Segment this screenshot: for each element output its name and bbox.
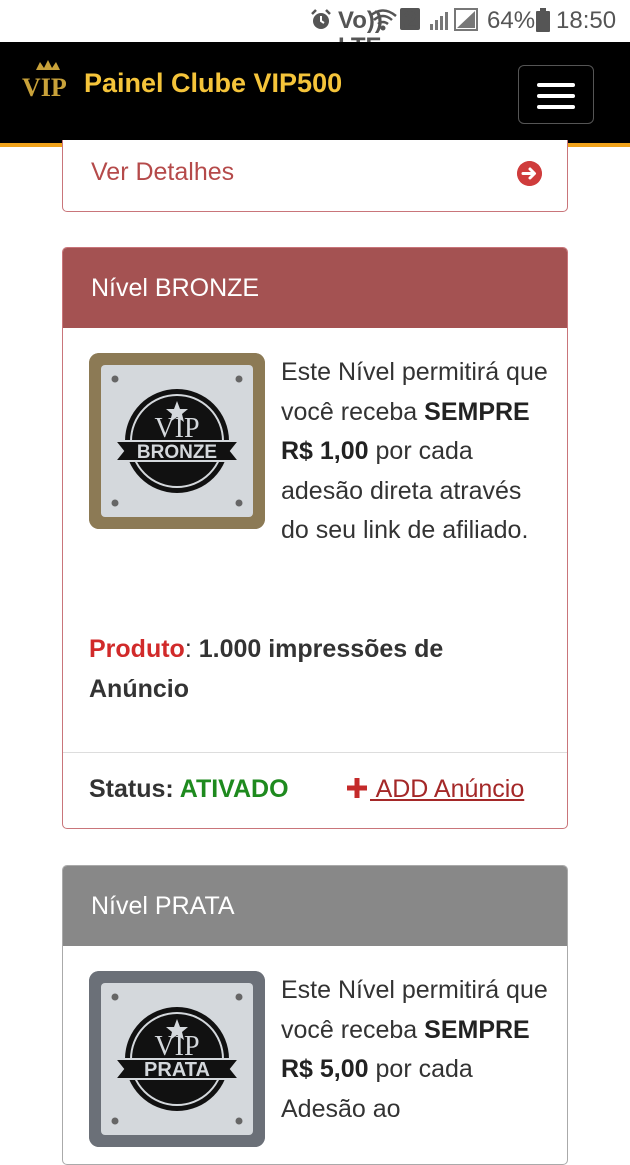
add-anuncio-link[interactable]: ADD Anúncio: [346, 775, 524, 804]
alarm-icon: [311, 9, 331, 29]
battery-icon: [536, 8, 550, 32]
card-header: Nível BRONZE: [63, 248, 567, 328]
level-description: Este Nível permitirá que você receba SEM…: [89, 353, 549, 551]
sim-indicator: 2: [400, 8, 420, 34]
signal-icon: [430, 8, 478, 31]
arrow-circle-right-icon[interactable]: [517, 161, 542, 186]
product-label: Produto: [89, 635, 185, 663]
status-bar: Vo)) LTE 2 64% 18:50: [0, 0, 630, 60]
card-title: Nível PRATA: [91, 892, 235, 920]
top-navbar: VIP Painel Clube VIP500: [0, 42, 630, 147]
menu-bar-icon: [537, 94, 575, 98]
brand-title[interactable]: Painel Clube VIP500: [84, 68, 342, 99]
add-anuncio-label: ADD Anúncio: [370, 775, 525, 803]
level-card-bronze: Nível BRONZE VIP BRONZE Este Nível permi…: [62, 247, 568, 829]
product-line: Produto: 1.000 impressões de Anúncio: [89, 635, 444, 703]
level-description: Este Nível permitirá que você receba SEM…: [89, 971, 549, 1147]
logo-text: VIP: [22, 73, 67, 100]
vip-crown-logo[interactable]: VIP: [20, 60, 76, 100]
status-label: Status:: [89, 775, 180, 803]
card-divider: [63, 752, 567, 753]
status-line: Status: ATIVADO: [89, 775, 289, 804]
hamburger-menu-button[interactable]: [518, 65, 594, 124]
previous-level-card: Ver Detalhes: [62, 140, 568, 212]
clock: 18:50: [556, 7, 617, 34]
battery-percent: 64%: [487, 7, 536, 34]
level-card-prata: Nível PRATA VIP PRATA Este Nível permiti…: [62, 865, 568, 1165]
card-title: Nível BRONZE: [91, 274, 260, 302]
wifi-icon: [369, 9, 397, 31]
menu-bar-icon: [537, 105, 575, 109]
card-header: Nível PRATA: [63, 866, 567, 946]
ver-detalhes-link[interactable]: Ver Detalhes: [91, 158, 234, 187]
plus-icon: [347, 778, 367, 798]
status-value: ATIVADO: [179, 775, 289, 803]
menu-bar-icon: [537, 83, 575, 87]
